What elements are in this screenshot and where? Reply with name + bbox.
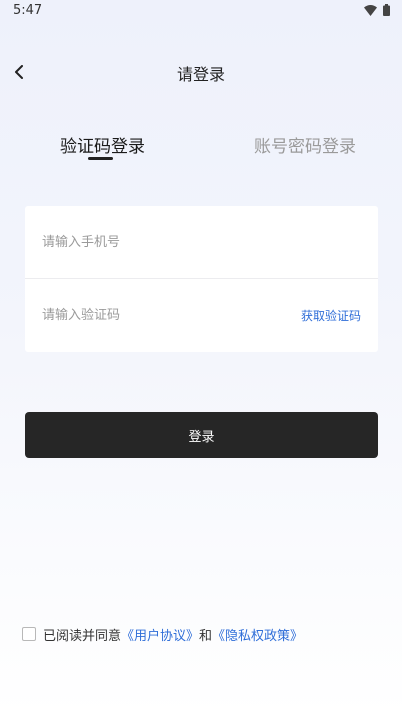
tab-sms-code-login[interactable]: 验证码登录 — [60, 132, 145, 157]
login-form: 获取验证码 — [25, 206, 378, 352]
status-time: 5:47 — [13, 3, 43, 18]
user-agreement-link[interactable]: 《用户协议》 — [121, 625, 199, 644]
agreement-conjunction: 和 — [199, 628, 213, 644]
code-row: 获取验证码 — [25, 279, 378, 352]
verification-code-input[interactable] — [42, 303, 292, 327]
agreement-prefix: 已阅读并同意 — [43, 628, 122, 644]
privacy-policy-link[interactable]: 《隐私权政策》 — [212, 625, 303, 644]
active-tab-indicator — [88, 157, 113, 160]
battery-icon — [383, 4, 390, 16]
get-code-button[interactable]: 获取验证码 — [301, 307, 361, 324]
tab-password-login[interactable]: 账号密码登录 — [254, 132, 356, 157]
wifi-icon — [364, 4, 377, 16]
status-icons — [364, 4, 390, 16]
phone-row — [25, 206, 378, 279]
phone-input[interactable] — [42, 230, 292, 254]
header: 请登录 — [0, 52, 402, 92]
login-tabs: 验证码登录 账号密码登录 — [0, 128, 402, 168]
page-title: 请登录 — [176, 65, 225, 84]
login-button[interactable]: 登录 — [25, 412, 378, 458]
agree-checkbox[interactable] — [22, 627, 36, 641]
status-bar: 5:47 — [0, 0, 402, 24]
agreement: 已阅读并同意 《用户协议》 和 《隐私权政策》 — [22, 625, 303, 644]
